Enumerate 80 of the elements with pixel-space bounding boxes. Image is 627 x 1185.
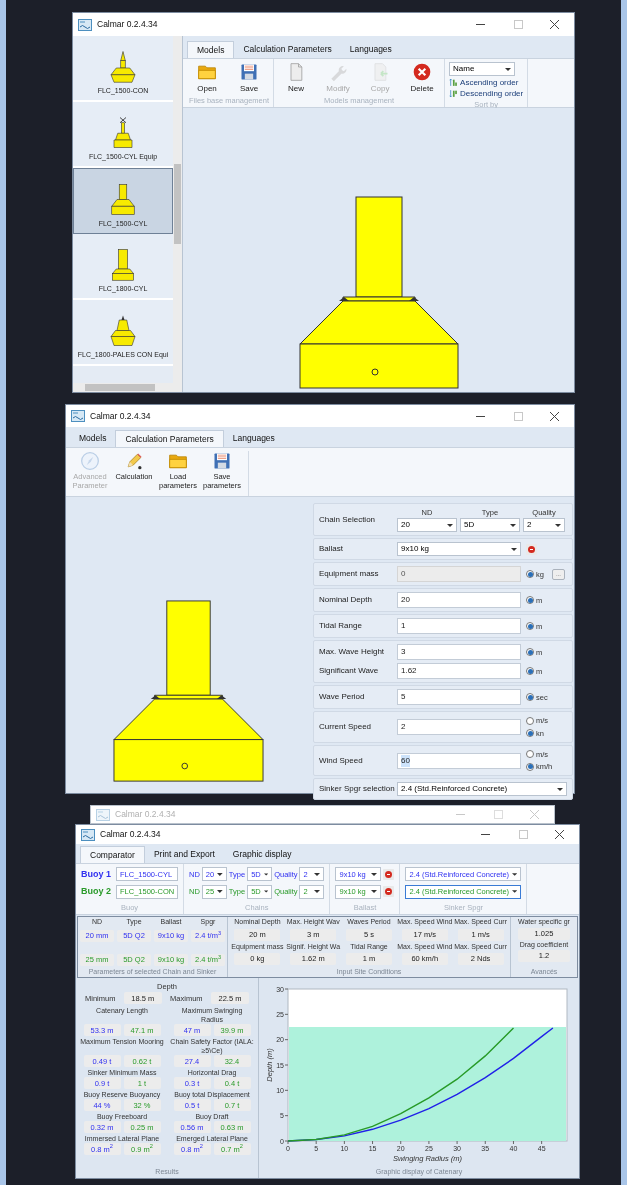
- field-label: Wind Speed: [319, 754, 364, 767]
- window-title: Calmar 0.2.4.34: [97, 18, 158, 31]
- field-label: Wave Period: [319, 691, 366, 704]
- scroll-thumb[interactable]: [174, 164, 181, 244]
- field-label: Ballast: [319, 543, 344, 556]
- app-icon: [78, 18, 92, 31]
- tab[interactable]: Print and Export: [144, 846, 224, 863]
- caret-icon: [263, 890, 269, 894]
- input-field[interactable]: 1: [397, 618, 521, 635]
- tab[interactable]: Languages: [340, 41, 401, 58]
- field-label: Current Speed: [319, 721, 373, 733]
- dropdown[interactable]: 2.4 (Std.Reinforced Concrete): [397, 782, 567, 797]
- scroll-thumb[interactable]: [85, 384, 155, 391]
- caret-icon: [512, 872, 518, 876]
- caret-icon: [314, 890, 321, 894]
- tab[interactable]: Models: [187, 41, 235, 58]
- caret-icon: [447, 523, 453, 527]
- window-title: Calmar 0.2.4.34: [100, 828, 161, 841]
- window-title: Calmar 0.2.4.34: [90, 409, 151, 423]
- field-label: Nominal Depth: [319, 594, 373, 607]
- tab[interactable]: Graphic display: [223, 846, 301, 863]
- close-icon[interactable]: [555, 830, 564, 839]
- tab[interactable]: Languages: [223, 430, 284, 447]
- ribbon-button[interactable]: Save: [231, 62, 267, 95]
- buoy-icon: [108, 49, 138, 83]
- caret-icon: [371, 890, 378, 894]
- tab[interactable]: Calculation Parameters: [234, 41, 341, 58]
- buoy-icon: [108, 182, 138, 216]
- caret-icon: [557, 787, 563, 791]
- sort-descending-icon: [449, 89, 459, 98]
- tab[interactable]: Calculation Parameters: [115, 430, 224, 447]
- sort-dropdown[interactable]: Name: [449, 62, 516, 76]
- buoy-label: Buoy 2: [81, 887, 111, 897]
- ribbon-button[interactable]: Delete: [404, 62, 441, 95]
- dropdown[interactable]: 2: [523, 518, 565, 533]
- caret-icon: [512, 890, 518, 894]
- close-icon[interactable]: [550, 20, 559, 29]
- field-label: Equipment mass: [319, 568, 380, 581]
- compass-icon: [80, 451, 100, 471]
- field-label: Max. Wave Height: [319, 646, 386, 659]
- dropdown[interactable]: 5D: [460, 518, 520, 533]
- caret-icon: [217, 890, 223, 894]
- caret-icon: [371, 872, 378, 876]
- dropdown[interactable]: 9x10 kg: [397, 542, 521, 557]
- caret-icon: [263, 872, 269, 876]
- buoy-label: Buoy 1: [81, 869, 111, 879]
- app-icon: [81, 828, 95, 841]
- input-field[interactable]: 3: [397, 644, 521, 661]
- tab[interactable]: Models: [70, 430, 116, 447]
- input-field[interactable]: 60: [397, 752, 521, 769]
- window-title: Calmar 0.2.4.34: [115, 808, 176, 821]
- caret-icon: [314, 872, 321, 876]
- delete-icon: [412, 62, 433, 82]
- caret-icon: [505, 67, 512, 71]
- field-label: Tidal Range: [319, 620, 363, 633]
- delete-icon[interactable]: [383, 868, 395, 880]
- input-field[interactable]: 5: [397, 689, 521, 706]
- input-field[interactable]: 20: [397, 592, 521, 609]
- input-field[interactable]: 2: [397, 719, 521, 735]
- sort-ascending-icon: [449, 78, 459, 87]
- field-label: Significant Wave: [319, 665, 380, 678]
- caret-icon: [217, 872, 223, 876]
- input-field[interactable]: 1.62: [397, 663, 521, 680]
- dropdown[interactable]: 20: [397, 518, 457, 533]
- pencil-icon: [124, 451, 144, 471]
- sort-button[interactable]: Ascending order: [449, 77, 524, 88]
- delete-icon[interactable]: [383, 886, 395, 898]
- caret-icon: [510, 523, 516, 527]
- close-icon[interactable]: [550, 411, 559, 421]
- caret-icon: [511, 547, 517, 551]
- ribbon-button[interactable]: New: [278, 62, 315, 95]
- tab[interactable]: Comparator: [80, 846, 145, 863]
- sort-button[interactable]: Descending order: [449, 88, 524, 99]
- app-icon: [96, 808, 110, 821]
- caret-icon: [555, 523, 561, 527]
- field-label: Chain Selection: [319, 513, 377, 526]
- field-label: Sinker Spgr selection: [319, 783, 395, 796]
- app-icon: [71, 410, 85, 422]
- delete-icon[interactable]: [526, 543, 537, 555]
- ribbon-button[interactable]: Open: [189, 62, 225, 95]
